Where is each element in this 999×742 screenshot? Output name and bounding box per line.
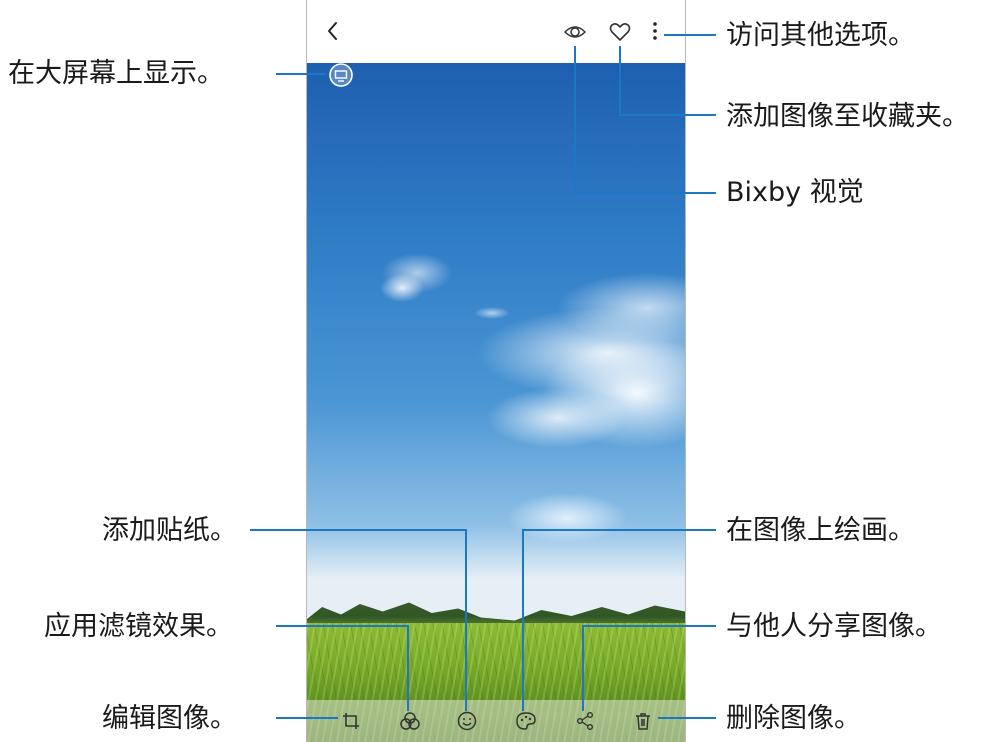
leader-edit-image xyxy=(276,717,338,719)
callout-more-options: 访问其他选项。 xyxy=(726,20,915,51)
callout-add-favorite: 添加图像至收藏夹。 xyxy=(726,101,969,132)
leader-share-image-v xyxy=(582,625,584,711)
photo-view[interactable] xyxy=(307,63,685,742)
leader-add-sticker xyxy=(250,529,467,531)
leader-big-screen xyxy=(276,73,326,75)
leader-add-sticker-v xyxy=(465,529,467,711)
more-vertical-icon[interactable] xyxy=(651,20,659,42)
callout-add-sticker: 添加贴纸。 xyxy=(102,515,237,546)
leader-bixby-vision-h xyxy=(574,192,716,194)
leader-apply-filter-v xyxy=(407,625,409,711)
top-toolbar xyxy=(307,0,685,63)
sticker-icon[interactable] xyxy=(457,711,477,731)
filter-icon[interactable] xyxy=(399,711,421,731)
bottom-toolbar xyxy=(307,700,685,742)
bixby-vision-icon[interactable] xyxy=(563,22,587,42)
leader-bixby-vision xyxy=(574,46,576,194)
heart-outline-icon[interactable] xyxy=(609,22,631,42)
callout-draw-on-image: 在图像上绘画。 xyxy=(726,515,915,546)
callout-delete-image: 删除图像。 xyxy=(726,703,861,734)
paint-icon[interactable] xyxy=(515,711,537,731)
leader-share-image xyxy=(582,625,716,627)
leader-add-favorite xyxy=(619,46,621,116)
callout-edit-image: 编辑图像。 xyxy=(102,703,237,734)
screen-mirror-icon[interactable] xyxy=(329,63,353,87)
leader-draw-on-image-v xyxy=(522,529,524,711)
callout-apply-filter: 应用滤镜效果。 xyxy=(44,611,233,642)
callout-share-image: 与他人分享图像。 xyxy=(726,611,942,642)
callout-bixby-vision: Bixby 视觉 xyxy=(726,177,864,208)
leader-more-options xyxy=(664,34,716,36)
trash-icon[interactable] xyxy=(633,711,653,731)
leader-draw-on-image xyxy=(522,529,716,531)
leader-apply-filter xyxy=(276,625,409,627)
leader-delete-image xyxy=(658,717,716,719)
share-icon[interactable] xyxy=(575,711,595,731)
crop-icon[interactable] xyxy=(341,711,361,731)
phone-screen xyxy=(306,0,686,742)
callout-big-screen: 在大屏幕上显示。 xyxy=(8,58,224,89)
leader-add-favorite-h xyxy=(619,114,716,116)
chevron-left-icon[interactable] xyxy=(325,20,341,42)
